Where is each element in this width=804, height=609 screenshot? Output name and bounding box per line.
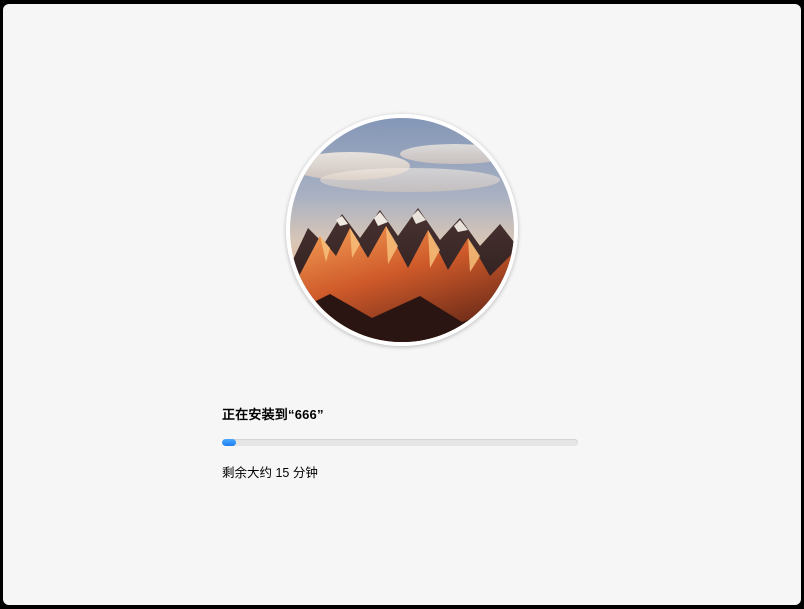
install-progress-fill [222,439,236,446]
install-status-text: 正在安装到“666” [222,404,582,423]
installer-window: 正在安装到“666” 剩余大约 15 分钟 [3,4,801,605]
time-remaining-text: 剩余大约 15 分钟 [222,462,582,481]
sierra-hero-image [286,114,518,346]
install-progress-bar [222,439,578,446]
sierra-mountain-icon [290,118,514,342]
installer-content: 正在安装到“666” 剩余大约 15 分钟 [222,404,582,481]
